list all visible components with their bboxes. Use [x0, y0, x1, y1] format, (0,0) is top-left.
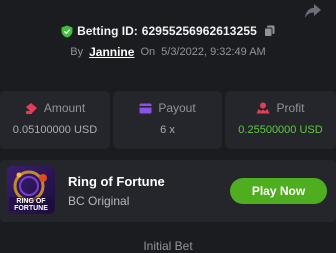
profit-card: Profit 0.25500000 USD: [225, 91, 336, 149]
payout-value: 6 x: [160, 124, 175, 136]
bet-stats: Amount 0.05100000 USD Payout 6 x Profit …: [0, 91, 336, 149]
amount-card: Amount 0.05100000 USD: [0, 91, 110, 149]
payout-label: Payout: [158, 101, 196, 115]
copy-icon[interactable]: [263, 25, 275, 37]
amount-label: Amount: [43, 101, 86, 115]
bet-datetime: 5/3/2022, 9:32:49 AM: [161, 46, 266, 58]
initial-bet-heading: Initial Bet: [143, 239, 193, 253]
thumbnail-title: RING OF FORTUNE: [14, 198, 48, 212]
shield-check-icon: [61, 25, 73, 38]
profit-value: 0.25500000 USD: [238, 124, 323, 136]
betting-id-value: 62955256962613255: [141, 24, 257, 38]
profit-label: Profit: [276, 101, 305, 115]
game-provider: BC Original: [68, 194, 130, 208]
share-icon[interactable]: [304, 3, 322, 19]
betting-id-row: Betting ID: 62955256962613255: [0, 24, 336, 38]
amount-icon: [25, 102, 37, 114]
game-thumbnail[interactable]: RING OF FORTUNE: [7, 166, 55, 214]
amount-value: 0.05100000 USD: [12, 124, 98, 136]
on-label: On: [140, 46, 156, 58]
profit-icon: [256, 102, 270, 114]
play-now-button[interactable]: Play Now: [230, 178, 327, 204]
by-label: By: [70, 46, 84, 58]
bettor-username-link[interactable]: Jannine: [89, 45, 134, 59]
bet-meta-row: By Jannine On 5/3/2022, 9:32:49 AM: [0, 45, 336, 59]
betting-id-label: Betting ID:: [77, 24, 138, 38]
game-card: RING OF FORTUNE Ring of Fortune BC Origi…: [0, 160, 336, 222]
game-name[interactable]: Ring of Fortune: [68, 174, 165, 189]
payout-icon: [139, 103, 152, 113]
payout-card: Payout 6 x: [113, 91, 222, 149]
